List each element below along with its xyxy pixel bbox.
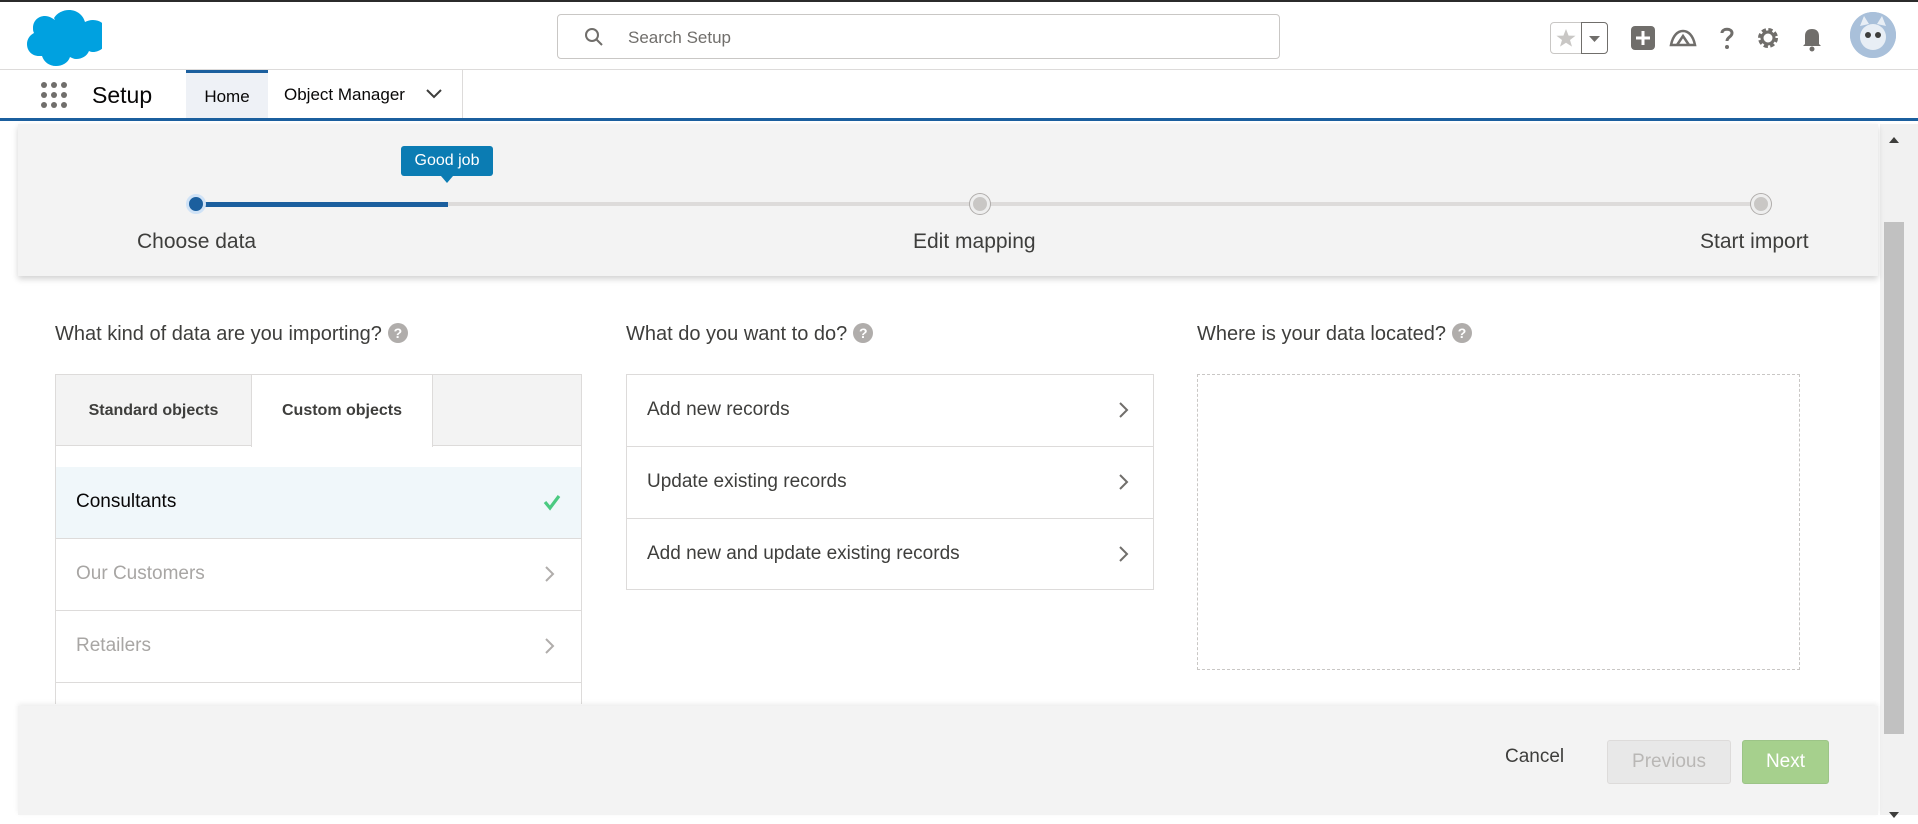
chevron-down-icon <box>1589 36 1600 42</box>
favorites-menu-button[interactable] <box>1581 22 1608 54</box>
chevron-right-icon <box>1117 401 1131 419</box>
app-name: Setup <box>92 82 153 108</box>
progress-indicator: Good job Choose data Edit mapping Start … <box>18 124 1878 276</box>
object-item-consultants[interactable]: Consultants <box>56 467 581 539</box>
location-heading: Where is your data located?? <box>1197 323 1473 346</box>
import-action-list: Add new records Update existing records … <box>626 374 1154 590</box>
check-icon <box>543 493 561 511</box>
global-header: Search Setup <box>0 0 1918 70</box>
step-marker-start-import[interactable] <box>1751 194 1771 214</box>
favorites-group <box>1550 22 1608 54</box>
star-icon <box>1556 29 1576 47</box>
action-label: Add new records <box>647 399 790 420</box>
action-heading: What do you want to do?? <box>626 323 874 346</box>
chevron-right-icon <box>1117 545 1131 563</box>
object-item-our-customers[interactable]: Our Customers <box>56 539 581 611</box>
object-item-label: Retailers <box>76 635 151 656</box>
step-label-choose-data: Choose data <box>137 230 257 253</box>
progress-tooltip: Good job <box>401 146 493 183</box>
progress-fill <box>196 202 448 207</box>
data-kind-title: What kind of data are you importing? <box>55 323 382 345</box>
next-button[interactable]: Next <box>1742 740 1829 784</box>
chevron-right-icon <box>543 565 561 583</box>
chevron-down-icon[interactable] <box>425 86 443 100</box>
object-item-retailers[interactable]: Retailers <box>56 611 581 683</box>
action-label: Update existing records <box>647 471 847 492</box>
favorites-button[interactable] <box>1550 22 1582 54</box>
app-launcher-icon <box>41 82 67 108</box>
scroll-up-icon[interactable] <box>1887 132 1901 143</box>
tab-object-manager[interactable]: Object Manager <box>268 70 463 118</box>
user-avatar-icon <box>1850 12 1896 58</box>
gear-icon <box>1758 28 1778 48</box>
bell-icon <box>1803 29 1821 52</box>
help-icon[interactable]: ? <box>853 323 874 343</box>
action-title: What do you want to do? <box>626 323 848 345</box>
chevron-right-icon <box>543 637 561 655</box>
data-location-dropzone[interactable] <box>1197 374 1800 670</box>
step-marker-choose-data[interactable] <box>186 194 206 214</box>
step-label-edit-mapping: Edit mapping <box>913 230 1036 253</box>
app-launcher-button[interactable] <box>40 81 68 109</box>
search-input[interactable]: Search Setup <box>628 28 731 48</box>
tab-custom-objects[interactable]: Custom objects <box>251 375 433 447</box>
avatar[interactable] <box>1850 12 1896 58</box>
page-scrollbar[interactable] <box>1880 124 1918 818</box>
salesforce-logo[interactable] <box>20 10 108 66</box>
chevron-right-icon <box>1117 473 1131 491</box>
action-add-new-records[interactable]: Add new records <box>627 375 1153 447</box>
notifications-button[interactable] <box>1797 23 1827 53</box>
step-marker-edit-mapping[interactable] <box>970 194 990 214</box>
app-navigation: Setup Home Object Manager <box>0 70 1918 121</box>
wizard-footer: Cancel Previous Next <box>18 706 1878 815</box>
help-button[interactable] <box>1712 23 1742 53</box>
previous-button[interactable]: Previous <box>1607 740 1731 784</box>
cancel-button[interactable]: Cancel <box>1505 746 1564 768</box>
add-icon <box>1631 26 1655 50</box>
action-update-existing-records[interactable]: Update existing records <box>627 447 1153 519</box>
data-kind-heading: What kind of data are you importing?? <box>55 323 408 346</box>
scroll-down-icon[interactable] <box>1887 806 1901 818</box>
scrollbar-thumb[interactable] <box>1884 222 1904 734</box>
object-item-label: Consultants <box>76 491 177 512</box>
trailhead-icon <box>1669 29 1697 47</box>
action-add-and-update-records[interactable]: Add new and update existing records <box>627 519 1153 591</box>
step-label-start-import: Start import <box>1700 230 1809 253</box>
search-box[interactable]: Search Setup <box>557 14 1280 59</box>
object-picker: Standard objects Custom objects Consulta… <box>55 374 582 704</box>
action-label: Add new and update existing records <box>647 543 960 564</box>
trailhead-button[interactable] <box>1668 23 1698 53</box>
tab-object-manager-label: Object Manager <box>284 85 405 104</box>
help-icon[interactable]: ? <box>387 323 408 343</box>
help-icon <box>1720 27 1734 49</box>
help-icon[interactable]: ? <box>1452 323 1473 343</box>
import-wizard: Good job Choose data Edit mapping Start … <box>0 124 1880 815</box>
tab-standard-objects[interactable]: Standard objects <box>56 375 251 446</box>
search-icon <box>584 27 604 47</box>
object-type-tabs: Standard objects Custom objects <box>56 375 581 447</box>
object-item-label: Our Customers <box>76 563 205 584</box>
location-title: Where is your data located? <box>1197 323 1447 345</box>
global-actions-button[interactable] <box>1628 23 1658 53</box>
tab-home[interactable]: Home <box>186 70 268 118</box>
setup-button[interactable] <box>1753 23 1783 53</box>
